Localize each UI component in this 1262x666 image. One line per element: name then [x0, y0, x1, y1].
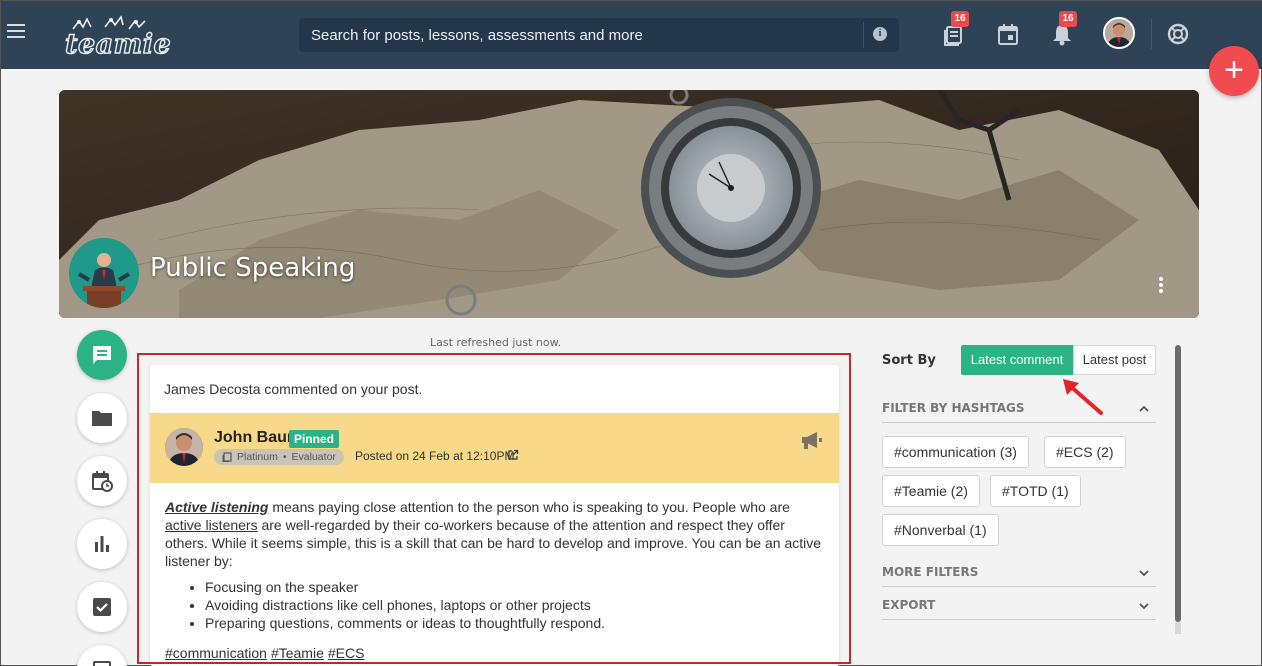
plus-icon: +	[1224, 51, 1244, 89]
notifications-badge: 16	[1059, 11, 1077, 27]
hamburger-menu-icon[interactable]	[7, 24, 25, 38]
rail-planner-button[interactable]	[77, 456, 127, 506]
rail-analytics-button[interactable]	[77, 519, 127, 569]
teamie-logo[interactable]: teamie	[64, 15, 171, 61]
class-banner	[59, 90, 1199, 318]
rail-reports-button[interactable]	[77, 645, 127, 666]
hashtag-chip-nonverbal[interactable]: #Nonverbal (1)	[882, 514, 999, 546]
checkbox-icon	[93, 598, 111, 616]
banner-map-watch-image	[59, 90, 1199, 318]
topbar-separator	[1151, 19, 1152, 49]
hashtag-chip-communication[interactable]: #communication (3)	[882, 436, 1029, 468]
filter-by-hashtags-header[interactable]: FILTER BY HASHTAGS	[882, 401, 1156, 423]
user-avatar[interactable]	[1103, 17, 1135, 49]
chat-icon	[93, 346, 111, 364]
rail-materials-button[interactable]	[77, 393, 127, 443]
chevron-down-icon	[1139, 570, 1149, 577]
rail-assessments-button[interactable]	[77, 582, 127, 632]
sort-latest-post-button[interactable]: Latest post	[1073, 345, 1156, 375]
sidebar-scrollbar[interactable]	[1175, 345, 1181, 622]
sort-by-label: Sort By	[882, 353, 936, 368]
export-label: EXPORT	[882, 598, 936, 612]
more-filters-label: MORE FILTERS	[882, 565, 979, 579]
filter-by-hashtags-label: FILTER BY HASHTAGS	[882, 401, 1025, 415]
search-input[interactable]	[299, 18, 861, 52]
help-lifebuoy-icon[interactable]	[1165, 21, 1191, 47]
top-bar: teamie i 16 16	[1, 1, 1262, 69]
highlight-box	[137, 353, 851, 664]
hashtag-chip-teamie[interactable]: #Teamie (2)	[882, 475, 980, 507]
sidebar-scroll-track	[1175, 622, 1181, 634]
calendar-clock-icon	[92, 471, 113, 492]
add-plus-button[interactable]: +	[1209, 46, 1259, 96]
hashtag-chip-totd[interactable]: #TOTD (1)	[990, 475, 1081, 507]
info-icon[interactable]: i	[873, 27, 887, 41]
more-filters-header[interactable]: MORE FILTERS	[882, 565, 1156, 587]
class-title: Public Speaking	[150, 253, 356, 283]
export-header[interactable]: EXPORT	[882, 598, 1156, 620]
library-badge: 16	[951, 11, 969, 27]
class-avatar	[69, 238, 139, 308]
search-divider	[863, 22, 864, 48]
bar-chart-icon	[95, 536, 109, 552]
rail-newsfeed-button[interactable]	[77, 330, 127, 380]
chevron-down-icon	[1139, 603, 1149, 610]
more-options-icon[interactable]	[1155, 277, 1167, 297]
last-refreshed-text: Last refreshed just now.	[430, 336, 562, 349]
folder-icon	[92, 411, 112, 426]
hashtag-chip-ecs[interactable]: #ECS (2)	[1044, 436, 1126, 468]
sort-latest-comment-button[interactable]: Latest comment	[961, 345, 1073, 375]
report-icon	[93, 661, 111, 666]
calendar-icon[interactable]	[995, 21, 1021, 47]
search-bar	[299, 18, 899, 52]
chevron-up-icon	[1139, 405, 1149, 412]
